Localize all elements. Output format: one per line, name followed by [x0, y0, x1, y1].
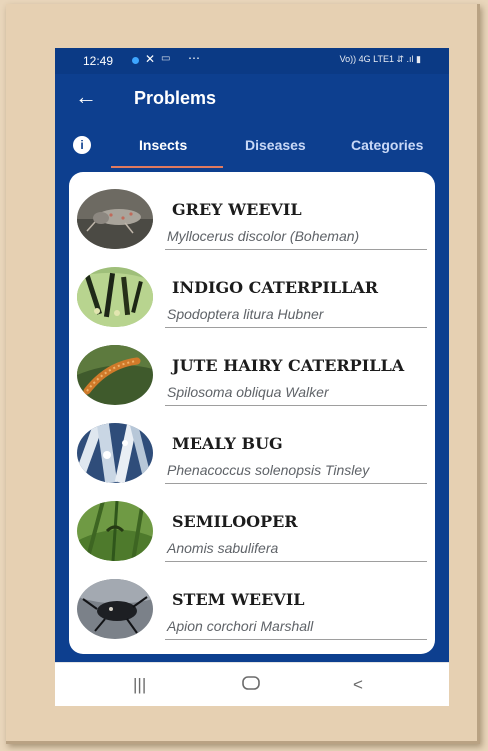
- app-bar: ← Problems: [55, 74, 449, 122]
- scientific-name: Spodoptera litura Hubner: [167, 306, 324, 322]
- mealy-bug-thumbnail: [77, 423, 153, 483]
- tab-categories[interactable]: Categories: [351, 137, 423, 153]
- tab-diseases[interactable]: Diseases: [245, 137, 306, 153]
- divider: [165, 639, 427, 640]
- insect-name: STEM WEEVIL: [172, 590, 305, 609]
- info-icon[interactable]: i: [73, 136, 91, 154]
- status-bar: 12:49 ✕ ▭ ⋯ Vo)) 4G LTE1 ⇵ .ıl ▮: [55, 48, 449, 74]
- insect-name: JUTE HAIRY CATERPILLA: [172, 356, 405, 375]
- indigo-caterpillar-thumbnail: [77, 267, 153, 327]
- tab-insects[interactable]: Insects: [139, 137, 187, 153]
- back-arrow-icon[interactable]: ←: [75, 84, 97, 110]
- recents-button[interactable]: |||: [133, 675, 146, 695]
- status-app-icon: ✕: [145, 52, 156, 66]
- status-notification-icon: ▭: [161, 53, 171, 64]
- grey-weevil-thumbnail: [77, 189, 153, 249]
- scientific-name: Spilosoma obliqua Walker: [167, 384, 329, 400]
- insect-list: GREY WEEVIL Myllocerus discolor (Boheman…: [69, 172, 435, 654]
- list-item[interactable]: JUTE HAIRY CATERPILLA Spilosoma obliqua …: [69, 328, 435, 406]
- insect-name: INDIGO CATERPILLAR: [172, 278, 379, 297]
- list-item[interactable]: SEMILOOPER Anomis sabulifera: [69, 484, 435, 562]
- insect-name: MEALY BUG: [172, 434, 283, 453]
- scientific-name: Phenacoccus solenopsis Tinsley: [167, 462, 370, 478]
- status-more-icon: ⋯: [188, 51, 200, 65]
- tab-bar: i Insects Diseases Categories: [55, 122, 449, 170]
- stem-weevil-thumbnail: [77, 579, 153, 639]
- scientific-name: Apion corchori Marshall: [167, 618, 314, 634]
- status-dot-icon: [132, 57, 139, 64]
- selected-tab-indicator: [111, 166, 223, 168]
- semilooper-thumbnail: [77, 501, 153, 561]
- status-signal-battery: Vo)) 4G LTE1 ⇵ .ıl ▮: [339, 54, 421, 64]
- insect-name: SEMILOOPER: [172, 512, 298, 531]
- phone-screen: 12:49 ✕ ▭ ⋯ Vo)) 4G LTE1 ⇵ .ıl ▮ ← Probl…: [55, 48, 449, 706]
- home-button[interactable]: [241, 673, 261, 698]
- status-time: 12:49: [83, 54, 114, 68]
- scientific-name: Myllocerus discolor (Boheman): [167, 228, 360, 244]
- list-item[interactable]: MEALY BUG Phenacoccus solenopsis Tinsley: [69, 406, 435, 484]
- list-item[interactable]: STEM WEEVIL Apion corchori Marshall: [69, 562, 435, 640]
- list-item[interactable]: INDIGO CATERPILLAR Spodoptera litura Hub…: [69, 250, 435, 328]
- system-nav-bar: ||| <: [55, 662, 449, 706]
- nav-back-button[interactable]: <: [353, 675, 363, 695]
- insect-name: GREY WEEVIL: [172, 200, 302, 219]
- home-button-icon: [242, 676, 260, 690]
- list-item[interactable]: GREY WEEVIL Myllocerus discolor (Boheman…: [69, 172, 435, 250]
- page-title: Problems: [134, 88, 217, 108]
- scientific-name: Anomis sabulifera: [167, 540, 279, 556]
- jute-hairy-caterpillar-thumbnail: [77, 345, 153, 405]
